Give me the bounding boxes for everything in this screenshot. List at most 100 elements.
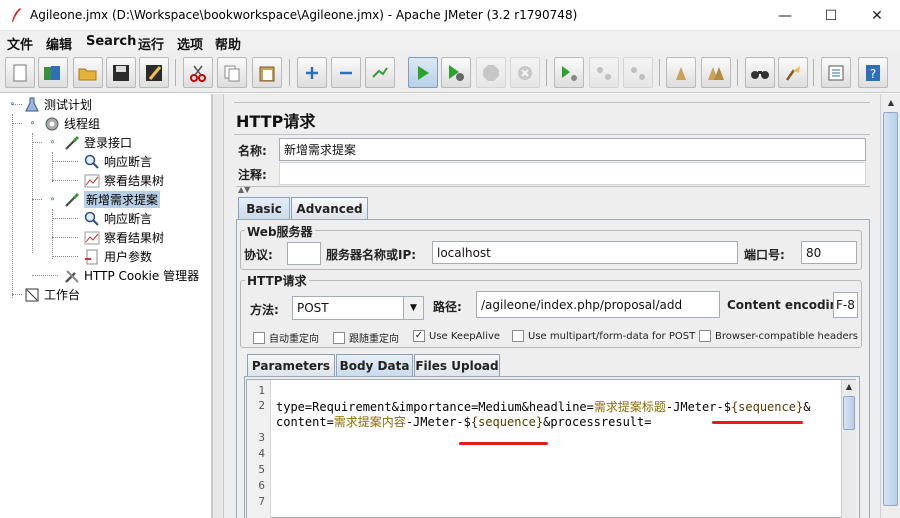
minimize-button[interactable]: —: [762, 0, 808, 31]
checkbox-box[interactable]: [253, 331, 265, 344]
clear-icon[interactable]: [666, 57, 696, 88]
tree-item-response-assertion[interactable]: 响应断言: [84, 209, 152, 228]
window-title: Agileone.jmx (D:\Workspace\bookworkspace…: [30, 8, 578, 22]
browser-compatible-checkbox[interactable]: Browser-compatible headers: [699, 330, 858, 342]
checkbox-box[interactable]: [512, 330, 524, 342]
paste-icon[interactable]: [252, 57, 282, 88]
line-number: 4: [258, 447, 265, 460]
multipart-checkbox[interactable]: Use multipart/form-data for POST: [512, 330, 695, 342]
menu-run[interactable]: 运行: [138, 34, 164, 53]
scroll-thumb[interactable]: [843, 396, 855, 430]
tree-item-label: 测试计划: [44, 98, 93, 112]
expand-icon[interactable]: [297, 57, 327, 88]
tree-expand-toggle[interactable]: ⚬: [48, 138, 57, 148]
checkbox-box[interactable]: [333, 331, 345, 344]
cut-icon[interactable]: [183, 57, 213, 88]
tree-item-add-proposal-sampler[interactable]: 新增需求提案: [64, 190, 161, 209]
clear-all-icon[interactable]: [701, 57, 731, 88]
tree-item-login-sampler[interactable]: 登录接口: [64, 133, 132, 152]
tree-item-thread-group[interactable]: 线程组: [44, 114, 100, 133]
tree-item-view-results-tree[interactable]: 察看结果树: [84, 171, 164, 190]
scroll-thumb[interactable]: [883, 112, 898, 506]
function-helper-icon[interactable]: [821, 57, 851, 88]
port-field[interactable]: 80: [801, 241, 857, 264]
body-data-editor[interactable]: 1 2 3 4 5 6 7 type=Requirement&importanc…: [246, 379, 856, 518]
path-field[interactable]: /agileone/index.php/proposal/add: [476, 291, 720, 318]
toggle-icon[interactable]: [365, 57, 395, 88]
tree-item-workbench[interactable]: 工作台: [24, 285, 80, 304]
use-keepalive-checkbox[interactable]: ✓ Use KeepAlive: [413, 330, 500, 342]
tree-item-cookie-manager[interactable]: HTTP Cookie 管理器: [64, 266, 199, 285]
panel-scrollbar[interactable]: ▲: [880, 94, 900, 518]
method-select-value: POST: [297, 301, 329, 315]
server-name-field[interactable]: localhost: [432, 241, 738, 264]
pipette-icon: [64, 135, 80, 151]
search-icon[interactable]: [745, 57, 775, 88]
tab-files-upload[interactable]: Files Upload: [414, 354, 500, 376]
copy-icon[interactable]: [217, 57, 247, 88]
menu-edit[interactable]: 编辑: [46, 34, 72, 53]
tree-expand-toggle[interactable]: ⚬: [8, 100, 17, 110]
follow-redirects-checkbox[interactable]: 跟随重定向: [333, 330, 399, 345]
chart-icon: [84, 230, 100, 246]
maximize-button[interactable]: ☐: [808, 0, 854, 31]
tree-item-view-results-tree[interactable]: 察看结果树: [84, 228, 164, 247]
save-as-icon[interactable]: [139, 57, 169, 88]
remote-stop-icon[interactable]: [589, 57, 619, 88]
line-number: 7: [258, 495, 265, 508]
splitter[interactable]: [212, 94, 224, 518]
tree-item-label: 线程组: [64, 117, 101, 131]
tree-item-label: 用户参数: [104, 250, 153, 264]
http-request-group-title: HTTP请求: [245, 272, 309, 289]
line-number: 5: [258, 463, 265, 476]
menu-help[interactable]: 帮助: [215, 34, 241, 53]
menu-file[interactable]: 文件: [7, 34, 33, 53]
comment-field[interactable]: [279, 162, 866, 185]
save-icon[interactable]: [106, 57, 136, 88]
method-select[interactable]: POST ▼: [292, 296, 424, 320]
shutdown-icon[interactable]: [510, 57, 540, 88]
protocol-field[interactable]: [287, 242, 321, 265]
tree-item-response-assertion[interactable]: 响应断言: [84, 152, 152, 171]
tree-expand-toggle[interactable]: ⚬: [28, 119, 37, 129]
path-label: 路径:: [433, 300, 462, 314]
tab-advanced[interactable]: Advanced: [291, 197, 368, 219]
code-token: &processresult=: [543, 415, 652, 429]
close-button[interactable]: ✕: [854, 0, 900, 31]
web-server-group-title: Web服务器: [245, 223, 315, 240]
protocol-label: 协议:: [244, 248, 273, 262]
help-icon[interactable]: ?: [858, 57, 888, 88]
divider-arrows-icon[interactable]: ▲▼: [238, 185, 250, 194]
comment-label: 注释:: [238, 168, 267, 182]
tree-item-user-parameters[interactable]: 用户参数: [84, 247, 152, 266]
content-encoding-field[interactable]: F-8: [833, 292, 858, 318]
new-icon[interactable]: [5, 57, 35, 88]
start-icon[interactable]: [408, 57, 438, 88]
redirect-auto-checkbox[interactable]: 自动重定向: [253, 330, 319, 345]
open-icon[interactable]: [73, 57, 103, 88]
menu-options[interactable]: 选项: [177, 34, 203, 53]
tree-expand-toggle[interactable]: ⚬: [48, 195, 57, 205]
highlight-underline: [712, 421, 803, 424]
tab-body-data[interactable]: Body Data: [336, 354, 413, 376]
name-field[interactable]: 新增需求提案: [279, 138, 866, 161]
editor-scrollbar[interactable]: ▲: [841, 380, 856, 518]
tab-parameters[interactable]: Parameters: [247, 354, 335, 376]
tab-basic[interactable]: Basic: [238, 197, 290, 219]
collapse-icon[interactable]: [331, 57, 361, 88]
svg-text:?: ?: [870, 67, 876, 81]
templates-icon[interactable]: [38, 57, 68, 88]
scroll-up-icon[interactable]: ▲: [844, 382, 854, 392]
checkmark-icon[interactable]: ✓: [413, 330, 425, 342]
checkbox-box[interactable]: [699, 330, 711, 342]
menu-search[interactable]: Search: [86, 34, 136, 49]
code-token: content=: [276, 415, 334, 429]
chevron-down-icon[interactable]: ▼: [403, 297, 423, 319]
remote-shutdown-icon[interactable]: [623, 57, 653, 88]
start-no-pause-icon[interactable]: [441, 57, 471, 88]
tree-item-test-plan[interactable]: 测试计划: [24, 95, 92, 114]
remote-start-icon[interactable]: [554, 57, 584, 88]
stop-icon[interactable]: [476, 57, 506, 88]
reset-search-icon[interactable]: [778, 57, 808, 88]
scroll-up-icon[interactable]: ▲: [885, 98, 897, 108]
